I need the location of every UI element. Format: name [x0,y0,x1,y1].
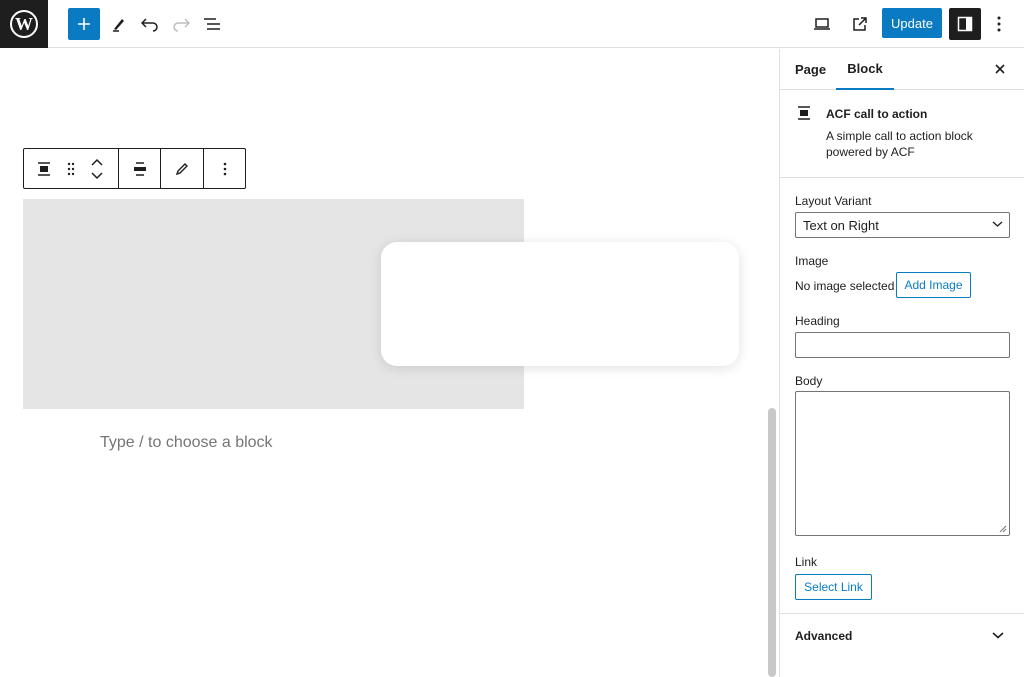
align-group [119,149,161,188]
redo-button[interactable] [165,8,197,40]
align-icon [133,161,146,176]
cta-text-card[interactable] [381,242,739,366]
list-view-icon [204,18,220,30]
tools-button[interactable] [103,8,135,40]
redo-icon [173,18,190,32]
undo-icon [141,18,158,32]
settings-sidebar: Page Block ACF call to action A simple c… [779,49,1024,677]
list-view-button[interactable] [196,8,228,40]
sidebar-toggle-icon [957,16,973,32]
move-buttons [78,149,116,188]
preview-button[interactable] [806,8,838,40]
chevron-down-icon [992,221,1003,227]
tab-page[interactable]: Page [795,49,826,90]
svg-text:W: W [15,14,33,34]
sidebar-tabs: Page Block [780,49,1024,90]
align-button[interactable] [119,149,160,188]
select-link-button[interactable]: Select Link [795,574,872,600]
edit-button[interactable] [161,149,203,188]
advanced-panel-toggle[interactable]: Advanced [780,613,1024,657]
more-vertical-icon [223,162,226,175]
external-link-icon [853,17,867,31]
edit-group [161,149,204,188]
more-group [204,149,245,188]
block-switcher-group [24,149,119,188]
chevron-up-icon[interactable] [91,158,103,166]
options-button[interactable] [983,8,1015,40]
tab-block[interactable]: Block [836,49,894,90]
wordpress-icon: W [10,10,38,38]
body-textarea[interactable] [795,391,1010,536]
pencil-icon [175,162,188,175]
layout-variant-value: Text on Right [803,217,879,233]
block-description: A simple call to action block powered by… [826,129,973,159]
editor-canvas[interactable]: Type / to choose a block [0,49,765,677]
add-block-button[interactable] [68,8,100,40]
no-image-text: No image selected [795,279,895,293]
canvas-scrollbar[interactable] [768,408,776,677]
block-toolbar [23,148,246,189]
more-vertical-icon [997,16,1001,32]
align-center-icon [38,161,50,176]
link-label: Link [795,555,818,569]
editor-header: W Update [0,0,1024,48]
layout-variant-select[interactable]: Text on Right [795,212,1010,238]
close-sidebar-button[interactable] [988,57,1012,81]
block-title: ACF call to action [826,107,928,121]
block-appender-hint[interactable]: Type / to choose a block [100,434,273,452]
layout-variant-label: Layout Variant [795,194,872,208]
wordpress-logo[interactable]: W [0,0,48,48]
advanced-label: Advanced [795,629,853,643]
chevron-down-icon[interactable] [91,171,103,180]
heading-label: Heading [795,314,840,328]
block-icon [797,106,811,125]
resize-handle-icon[interactable] [999,525,1007,533]
heading-input[interactable] [795,332,1010,358]
undo-button[interactable] [134,8,166,40]
pencil-icon [113,19,124,32]
body-label: Body [795,374,823,388]
chevron-down-icon [992,632,1004,639]
block-type-button[interactable] [24,149,64,188]
add-image-button[interactable]: Add Image [896,272,971,298]
close-icon [995,64,1005,74]
laptop-icon [814,18,830,30]
block-card: ACF call to action A simple call to acti… [780,90,1024,178]
update-button[interactable]: Update [882,8,942,38]
view-page-button[interactable] [844,8,876,40]
settings-button[interactable] [949,8,981,40]
block-options-button[interactable] [204,149,245,188]
align-center-icon [798,106,810,120]
plus-icon [78,18,90,30]
image-label: Image [795,254,829,268]
drag-handle-icon [67,162,75,175]
drag-handle[interactable] [64,149,78,188]
